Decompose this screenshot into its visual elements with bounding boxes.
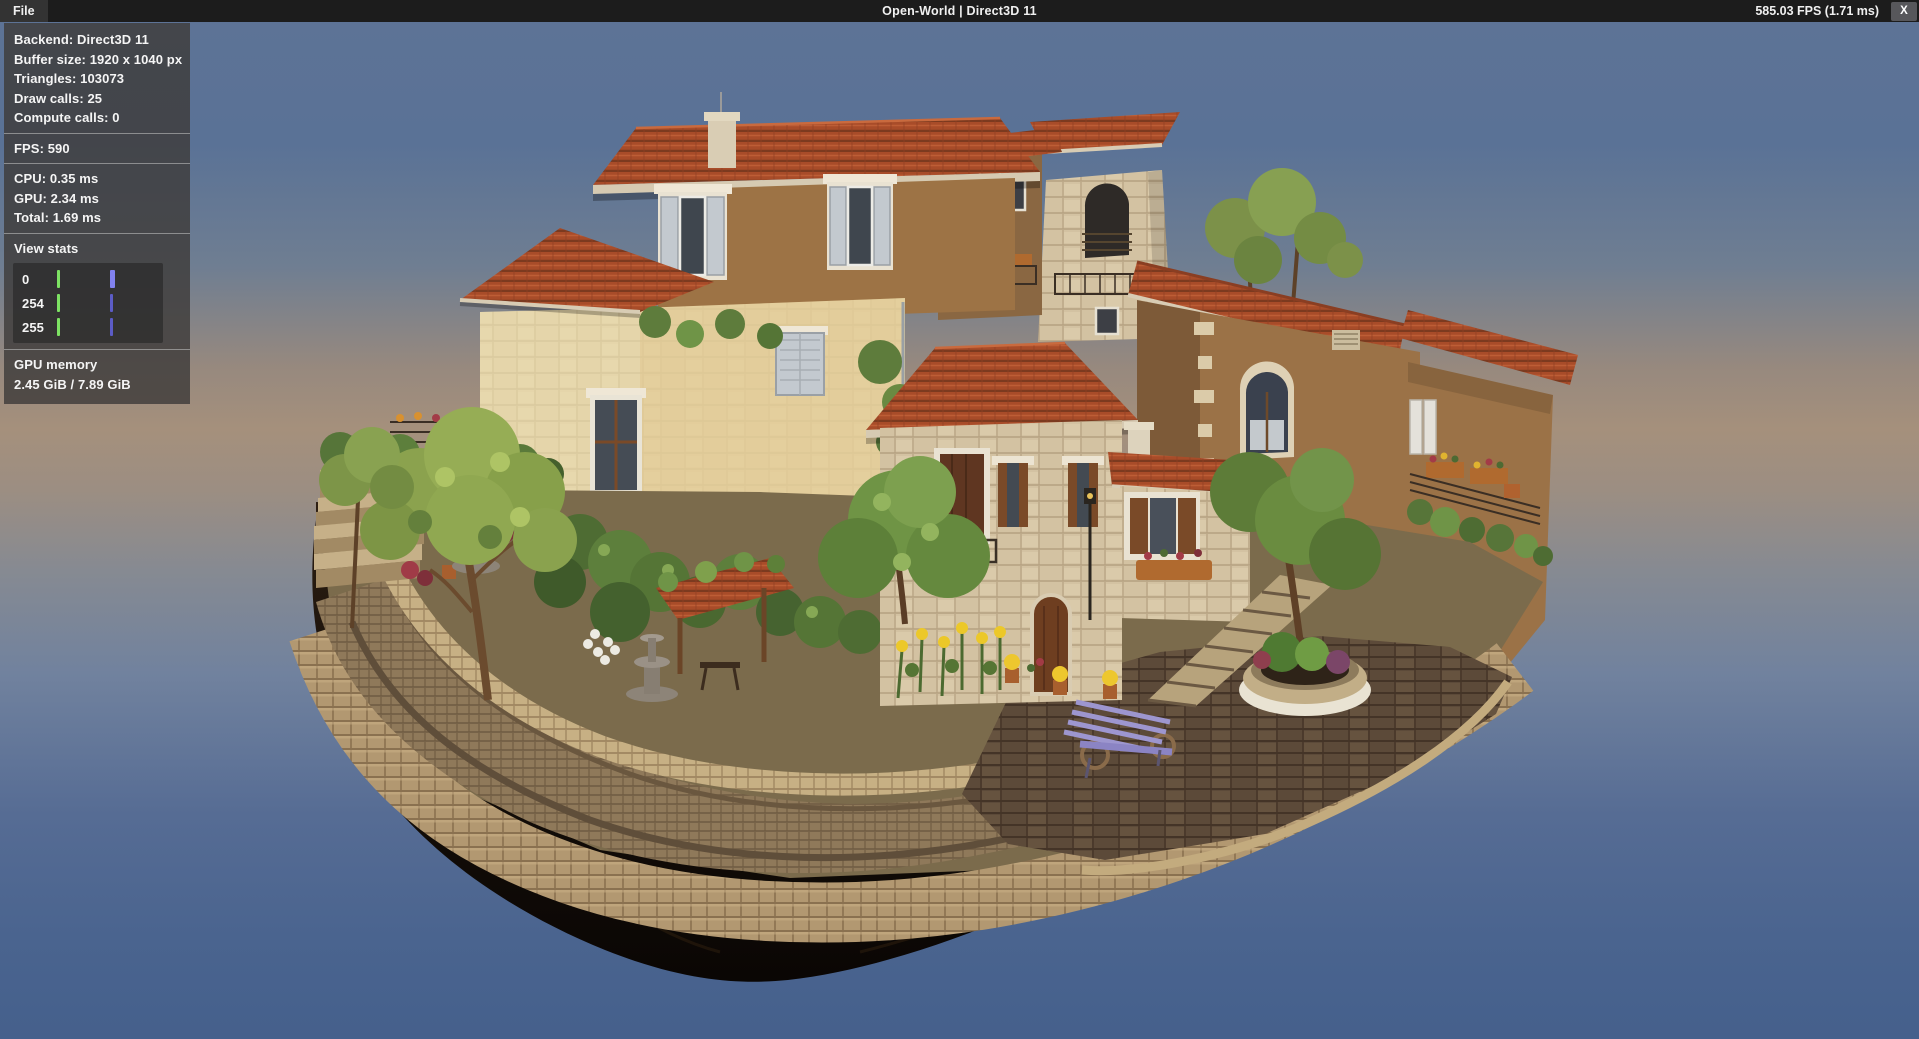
village-diorama bbox=[0, 22, 1919, 1039]
left-house-lower-window-1 bbox=[586, 388, 646, 495]
stat-backend: Backend: Direct3D 11 bbox=[4, 30, 190, 50]
gpu-memory-label: GPU memory bbox=[4, 355, 190, 375]
gpu-memory-value: 2.45 GiB / 7.89 GiB bbox=[4, 375, 190, 395]
file-menu[interactable]: File bbox=[0, 0, 48, 22]
center-window-2 bbox=[1062, 456, 1104, 527]
stat-total-time: Total: 1.69 ms bbox=[4, 208, 190, 228]
view-stats-table: 0 254 255 bbox=[13, 263, 163, 343]
blue-tick-mark bbox=[110, 294, 113, 312]
stat-triangles: Triangles: 103073 bbox=[4, 69, 190, 89]
row-label: 255 bbox=[13, 320, 58, 335]
center-window-1 bbox=[992, 456, 1034, 527]
left-house-upper-window-2 bbox=[823, 174, 897, 270]
divider bbox=[4, 233, 190, 234]
titlebar: File Open-World | Direct3D 11 585.03 FPS… bbox=[0, 0, 1919, 22]
stats-panel: Backend: Direct3D 11 Buffer size: 1920 x… bbox=[4, 23, 190, 404]
close-icon: X bbox=[1900, 5, 1908, 17]
window-title: Open-World | Direct3D 11 bbox=[882, 4, 1037, 18]
view-stats-row: 255 bbox=[13, 315, 163, 339]
stat-cpu-time: CPU: 0.35 ms bbox=[4, 169, 190, 189]
view-stats-title: View stats bbox=[4, 239, 190, 259]
fps-readout: 585.03 FPS (1.71 ms) bbox=[1755, 4, 1891, 18]
stat-draw-calls: Draw calls: 25 bbox=[4, 89, 190, 109]
green-tick-mark bbox=[57, 318, 60, 336]
view-stats-row: 254 bbox=[13, 291, 163, 315]
stat-buffer-size: Buffer size: 1920 x 1040 px bbox=[4, 50, 190, 70]
blue-tick-mark bbox=[110, 318, 113, 336]
stat-fps: FPS: 590 bbox=[4, 139, 190, 159]
divider bbox=[4, 133, 190, 134]
viewport-3d-scene[interactable] bbox=[0, 22, 1919, 1039]
stat-compute-calls: Compute calls: 0 bbox=[4, 108, 190, 128]
stat-gpu-time: GPU: 2.34 ms bbox=[4, 189, 190, 209]
view-stats-row: 0 bbox=[13, 267, 163, 291]
divider bbox=[4, 163, 190, 164]
titlebar-right: 585.03 FPS (1.71 ms) X bbox=[1755, 0, 1919, 22]
row-label: 254 bbox=[13, 296, 58, 311]
blue-tick-mark bbox=[110, 270, 115, 288]
arched-window bbox=[1240, 361, 1294, 460]
green-tick-mark bbox=[57, 270, 60, 288]
green-tick-mark bbox=[57, 294, 60, 312]
application-window: File Open-World | Direct3D 11 585.03 FPS… bbox=[0, 0, 1919, 1039]
divider bbox=[4, 349, 190, 350]
close-button[interactable]: X bbox=[1891, 2, 1917, 21]
row-label: 0 bbox=[13, 272, 58, 287]
